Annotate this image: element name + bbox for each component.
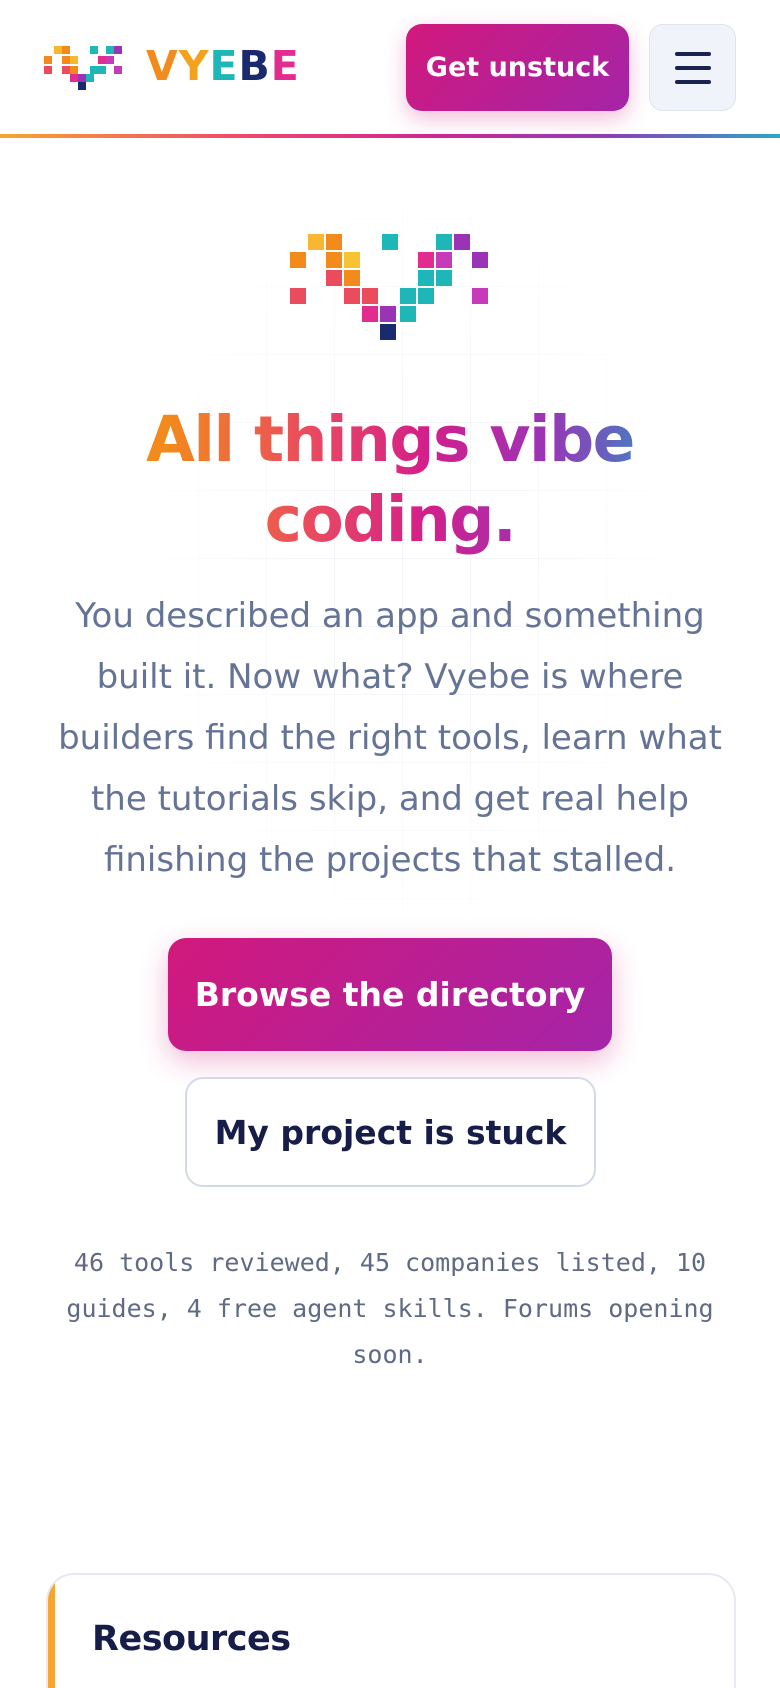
resources-heading: Resources: [92, 1619, 291, 1659]
get-unstuck-button[interactable]: Get unstuck: [406, 24, 629, 111]
hero-headline: All things vibe coding.: [40, 400, 740, 560]
brand-letter: V: [146, 42, 179, 90]
vyebe-logo-icon[interactable]: [44, 44, 126, 90]
brand-wordmark[interactable]: VYEBE: [146, 42, 300, 90]
browse-directory-button[interactable]: Browse the directory: [168, 938, 612, 1051]
brand-letter: B: [238, 42, 271, 90]
card-accent-bar: [48, 1575, 55, 1688]
site-header: VYEBE Get unstuck: [0, 0, 780, 134]
menu-button[interactable]: [649, 24, 736, 111]
brand-letter: E: [270, 42, 300, 90]
pixel-heart-icon: [290, 234, 488, 340]
brand-letter: Y: [178, 42, 210, 90]
resources-card: Resources: [46, 1573, 736, 1688]
header-gradient-divider: [0, 134, 780, 138]
site-stats: 46 tools reviewed, 45 companies listed, …: [66, 1248, 714, 1369]
project-stuck-button[interactable]: My project is stuck: [185, 1077, 596, 1187]
hero-description: You described an app and something built…: [58, 596, 722, 880]
brand-letter: E: [209, 42, 239, 90]
